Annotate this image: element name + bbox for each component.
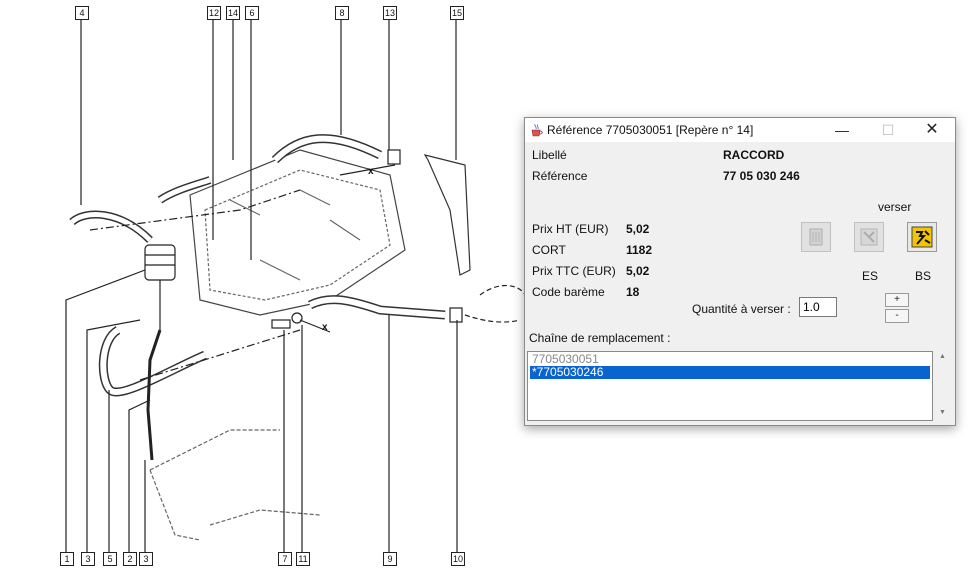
scroll-up-icon[interactable]: ▲: [939, 353, 946, 360]
prix-ttc-value: 5,02: [626, 264, 650, 278]
verser-label: verser: [878, 200, 912, 214]
callout-14: 14: [226, 6, 240, 20]
callout-5: 5: [103, 552, 117, 566]
scroll-down-icon[interactable]: ▼: [939, 409, 946, 416]
callout-2: 2: [123, 552, 137, 566]
cross-mark: x: [322, 322, 328, 333]
callout-11: 11: [296, 552, 310, 566]
callout-10: 10: [451, 552, 465, 566]
bs-button[interactable]: [907, 222, 937, 252]
list-item-selected[interactable]: *7705030246: [530, 366, 930, 379]
callout-9: 9: [383, 552, 397, 566]
window-title: Référence 7705030051 [Repère n° 14]: [547, 123, 754, 137]
cort-label: CORT: [532, 243, 566, 257]
exit-stock-icon: [911, 226, 933, 248]
callout-8: 8: [335, 6, 349, 20]
reference-label: Référence: [532, 169, 588, 183]
callout-3b: 3: [139, 552, 153, 566]
quantite-label: Quantité à verser :: [692, 302, 791, 316]
minimize-button[interactable]: —: [819, 118, 865, 142]
prix-ttc-label: Prix TTC (EUR): [532, 264, 616, 278]
prix-ht-value: 5,02: [626, 222, 650, 236]
callout-4: 4: [75, 6, 89, 20]
libelle-label: Libellé: [532, 148, 567, 162]
callout-13: 13: [383, 6, 397, 20]
reference-dialog: Référence 7705030051 [Repère n° 14] — ☐ …: [524, 117, 956, 426]
callout-12: 12: [207, 6, 221, 20]
es-button[interactable]: [854, 222, 884, 252]
callout-1: 1: [60, 552, 74, 566]
cross-mark: x: [368, 166, 374, 177]
callout-7: 7: [278, 552, 292, 566]
code-bareme-value: 18: [626, 285, 640, 299]
title-bar[interactable]: Référence 7705030051 [Repère n° 14] — ☐ …: [525, 118, 955, 142]
reference-value: 77 05 030 246: [723, 169, 800, 183]
java-cup-icon: [531, 123, 543, 137]
maximize-button[interactable]: ☐: [865, 118, 911, 142]
replacement-chain-list[interactable]: 7705030051 *7705030246: [527, 351, 933, 421]
document-icon: [809, 228, 823, 246]
decrement-button[interactable]: -: [885, 309, 909, 323]
quantity-input[interactable]: [799, 297, 837, 317]
document-action-button[interactable]: [801, 222, 831, 252]
callout-15: 15: [450, 6, 464, 20]
prix-ht-label: Prix HT (EUR): [532, 222, 609, 236]
close-button[interactable]: ✕: [909, 118, 955, 142]
list-scrollbar[interactable]: ▲ ▼: [935, 351, 951, 421]
callout-6: 6: [245, 6, 259, 20]
libelle-value: RACCORD: [723, 148, 785, 162]
entry-stock-icon: [860, 228, 878, 246]
chain-label: Chaîne de remplacement :: [529, 331, 671, 345]
callout-3a: 3: [81, 552, 95, 566]
cort-value: 1182: [626, 243, 653, 257]
code-bareme-label: Code barème: [532, 285, 605, 299]
es-label: ES: [862, 269, 879, 283]
bs-label: BS: [915, 269, 932, 283]
increment-button[interactable]: +: [885, 293, 909, 307]
